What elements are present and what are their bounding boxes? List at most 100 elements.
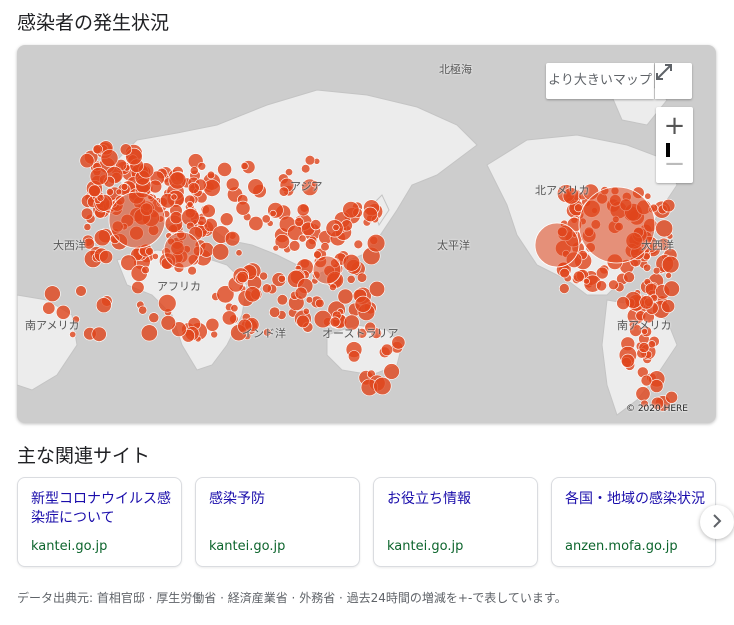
case-marker[interactable]: [138, 305, 148, 315]
case-marker[interactable]: [131, 280, 145, 295]
case-marker[interactable]: [373, 376, 392, 396]
case-marker[interactable]: [83, 223, 92, 231]
case-marker[interactable]: [140, 324, 158, 342]
case-marker[interactable]: [212, 243, 230, 261]
case-marker[interactable]: [608, 279, 619, 291]
case-marker[interactable]: [119, 143, 132, 156]
case-marker[interactable]: [217, 162, 232, 177]
case-marker[interactable]: [224, 231, 241, 247]
related-site-card[interactable]: 新型コロナウイルス感染症について kantei.go.jp: [17, 477, 182, 567]
case-marker[interactable]: [269, 209, 277, 218]
case-marker[interactable]: [187, 266, 197, 276]
case-marker[interactable]: [284, 168, 293, 177]
case-marker[interactable]: [353, 239, 363, 250]
case-marker[interactable]: [366, 234, 386, 253]
case-marker[interactable]: [640, 374, 653, 387]
case-marker[interactable]: [187, 182, 200, 194]
case-marker[interactable]: [106, 187, 114, 196]
case-marker[interactable]: [169, 211, 183, 225]
case-marker[interactable]: [79, 153, 95, 169]
case-marker[interactable]: [277, 274, 286, 283]
related-site-card[interactable]: 各国・地域の感染状況 anzen.mofa.go.jp: [551, 477, 716, 567]
world-map[interactable]: 北極海 アジア 北アメリカ 大西洋 太平洋 大西洋 アフリカ 南アメリカ 南アメ…: [17, 45, 716, 423]
case-marker[interactable]: [219, 212, 234, 226]
case-marker[interactable]: [574, 203, 583, 213]
related-site-card[interactable]: お役立ち情報 kantei.go.jp: [373, 477, 538, 567]
case-marker[interactable]: [93, 229, 111, 247]
expand-map-button[interactable]: [655, 63, 692, 99]
case-marker[interactable]: [558, 283, 570, 294]
zoom-in-button[interactable]: +: [656, 107, 693, 145]
case-marker[interactable]: [236, 270, 249, 284]
case-marker[interactable]: [247, 178, 264, 195]
case-marker[interactable]: [186, 201, 194, 209]
case-marker[interactable]: [310, 219, 322, 231]
case-marker[interactable]: [205, 317, 220, 332]
case-marker[interactable]: [99, 250, 114, 265]
case-marker[interactable]: [304, 154, 316, 166]
case-marker[interactable]: [644, 192, 652, 200]
case-marker[interactable]: [189, 166, 199, 175]
case-marker[interactable]: [294, 286, 308, 300]
case-marker[interactable]: [583, 277, 590, 285]
case-marker[interactable]: [170, 193, 178, 201]
case-marker[interactable]: [88, 184, 101, 198]
case-marker[interactable]: [158, 294, 177, 313]
case-marker[interactable]: [616, 296, 631, 310]
case-marker[interactable]: [383, 363, 400, 380]
case-marker[interactable]: [356, 272, 368, 283]
case-marker[interactable]: [320, 242, 330, 252]
case-marker[interactable]: [642, 263, 652, 272]
case-marker[interactable]: [75, 285, 87, 297]
case-marker[interactable]: [148, 312, 160, 324]
case-marker[interactable]: [235, 249, 243, 257]
case-marker[interactable]: [91, 326, 107, 342]
case-marker[interactable]: [201, 203, 216, 218]
case-marker[interactable]: [661, 255, 680, 274]
case-marker[interactable]: [288, 240, 301, 252]
case-marker[interactable]: [663, 280, 680, 297]
case-marker[interactable]: [665, 390, 678, 404]
case-marker[interactable]: [296, 203, 310, 217]
case-marker[interactable]: [342, 201, 360, 219]
case-marker[interactable]: [235, 200, 251, 216]
case-marker[interactable]: [639, 295, 654, 310]
case-marker[interactable]: [354, 295, 372, 313]
zoom-out-button[interactable]: −: [656, 145, 693, 183]
case-marker[interactable]: [115, 188, 123, 196]
case-marker[interactable]: [120, 183, 129, 191]
case-marker[interactable]: [315, 298, 325, 308]
case-marker[interactable]: [278, 186, 290, 197]
case-marker[interactable]: [572, 270, 585, 283]
case-marker[interactable]: [348, 350, 361, 363]
related-site-card[interactable]: 感染予防 kantei.go.jp: [195, 477, 360, 567]
case-marker[interactable]: [665, 272, 672, 279]
case-marker[interactable]: [652, 266, 661, 275]
case-marker[interactable]: [92, 144, 103, 155]
case-marker[interactable]: [221, 310, 237, 326]
case-marker[interactable]: [151, 252, 159, 260]
case-marker[interactable]: [332, 223, 340, 231]
case-marker[interactable]: [346, 274, 356, 284]
case-marker[interactable]: [337, 288, 354, 305]
case-marker[interactable]: [342, 254, 361, 272]
case-marker[interactable]: [623, 271, 635, 283]
case-marker[interactable]: [244, 286, 261, 303]
case-marker[interactable]: [276, 294, 289, 306]
case-marker[interactable]: [296, 314, 310, 329]
case-marker[interactable]: [380, 343, 394, 356]
case-marker[interactable]: [620, 353, 635, 368]
case-marker[interactable]: [269, 306, 281, 318]
case-marker-large[interactable]: [108, 191, 166, 249]
case-marker[interactable]: [210, 330, 218, 339]
case-marker[interactable]: [298, 234, 307, 243]
case-marker[interactable]: [203, 179, 221, 197]
next-cards-button[interactable]: [700, 505, 734, 539]
case-marker[interactable]: [197, 162, 207, 171]
larger-map-button[interactable]: より大きいマップ: [546, 63, 654, 99]
case-marker[interactable]: [259, 271, 268, 281]
case-marker[interactable]: [44, 285, 61, 302]
case-marker-large[interactable]: [163, 231, 201, 269]
case-marker[interactable]: [168, 171, 187, 190]
case-marker[interactable]: [661, 299, 676, 314]
